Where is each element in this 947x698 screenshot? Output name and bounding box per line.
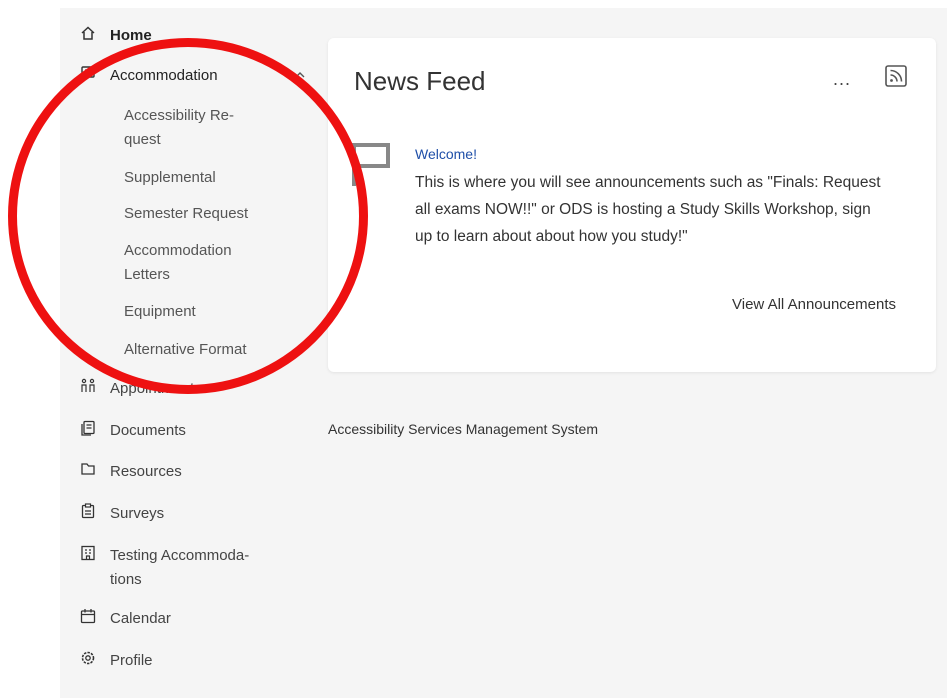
news-feed-title: News Feed (354, 66, 486, 96)
calendar-icon (80, 608, 96, 624)
documents-icon (80, 420, 96, 436)
sidebar-item-accommodation[interactable]: Accommodation (80, 64, 305, 88)
testing-icon (80, 545, 96, 561)
accommodation-icon (80, 65, 96, 81)
sidebar-item-label: Documents (110, 422, 186, 439)
sidebar-item-testing-accommodations[interactable]: Testing Accommoda- tions (80, 544, 300, 592)
sidebar-item-calendar[interactable]: Calendar (80, 607, 300, 631)
app-background: Home Accommodation Accessibility Re- que… (60, 8, 947, 698)
sidebar-subitem-alternative-format[interactable]: Alternative Format (124, 338, 264, 362)
sidebar-item-profile[interactable]: Profile (80, 649, 300, 673)
chevron-up-icon[interactable] (293, 68, 307, 82)
sidebar-item-label: Home (110, 27, 152, 44)
sidebar-item-label: Appointment (110, 380, 195, 397)
sidebar-item-appointment[interactable]: Appointment (80, 377, 300, 401)
sidebar-item-label: Calendar (110, 610, 171, 627)
flag-icon (350, 142, 390, 186)
home-icon (80, 25, 96, 41)
announcement-body: This is where you will see announcements… (415, 174, 881, 245)
sidebar-item-surveys[interactable]: Surveys (80, 502, 300, 526)
sidebar-item-documents[interactable]: Documents (80, 419, 300, 443)
profile-icon (80, 650, 96, 666)
rss-icon[interactable] (884, 64, 908, 88)
sidebar: Home Accommodation Accessibility Re- que… (60, 8, 310, 698)
sidebar-subitem-supplemental[interactable]: Supplemental (124, 166, 264, 190)
resources-icon (80, 461, 96, 477)
sidebar-item-label: Surveys (110, 505, 165, 522)
surveys-icon (80, 503, 96, 519)
more-icon[interactable]: ... (833, 70, 851, 88)
footer-text: Accessibility Services Management System (328, 421, 598, 437)
sidebar-subitem-semester-request[interactable]: Semester Request (124, 202, 264, 226)
view-all-announcements-link[interactable]: View All Announcements (732, 296, 896, 313)
sidebar-item-label: Testing Accommoda- tions (110, 547, 250, 588)
sidebar-subitem-equipment[interactable]: Equipment (124, 300, 264, 324)
sidebar-item-resources[interactable]: Resources (80, 460, 300, 484)
announcement-title[interactable]: Welcome! (415, 146, 477, 162)
sidebar-item-home[interactable]: Home (80, 24, 300, 48)
sidebar-item-label: Accommodation (110, 67, 218, 84)
sidebar-item-label: Resources (110, 463, 182, 480)
sidebar-subitem-accessibility-request[interactable]: Accessibility Re- quest (124, 104, 264, 152)
sidebar-subitem-accommodation-letters[interactable]: Accommodation Letters (124, 239, 264, 287)
sidebar-item-label: Profile (110, 652, 153, 669)
appointment-icon (80, 378, 96, 394)
news-feed-card: News Feed ... Welcome! This is where you… (328, 38, 936, 372)
